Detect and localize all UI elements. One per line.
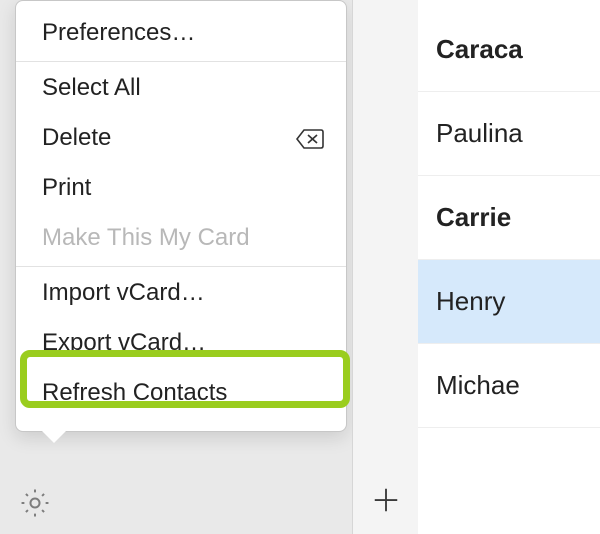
plus-icon: [371, 502, 401, 519]
menu-item-delete[interactable]: Delete: [16, 114, 346, 164]
contact-row[interactable]: Caraca: [418, 0, 600, 92]
menu-item-export-vcard[interactable]: Export vCard…: [16, 319, 346, 369]
popover-pointer: [42, 431, 66, 443]
contact-row[interactable]: Michae: [418, 344, 600, 428]
gear-icon: [18, 486, 52, 520]
contact-row[interactable]: Paulina: [418, 92, 600, 176]
menu-item-refresh-contacts[interactable]: Refresh Contacts: [16, 369, 346, 419]
menu-item-select-all[interactable]: Select All: [16, 64, 346, 114]
menu-item-make-my-card: Make This My Card: [16, 214, 346, 264]
menu-separator: [16, 61, 346, 62]
settings-gear-button[interactable]: [18, 486, 52, 520]
contact-row[interactable]: Henry: [418, 260, 600, 344]
menu-item-import-vcard[interactable]: Import vCard…: [16, 269, 346, 319]
menu-separator: [16, 266, 346, 267]
contact-row[interactable]: Carrie: [418, 176, 600, 260]
groups-column: [352, 0, 420, 534]
add-contact-button[interactable]: [353, 485, 419, 520]
screenshot-root: Preferences… Select All Delete Print Mak…: [0, 0, 600, 534]
delete-back-icon: [296, 129, 324, 149]
contacts-list: Caraca Paulina Carrie Henry Michae: [418, 0, 600, 534]
menu-item-print[interactable]: Print: [16, 164, 346, 214]
menu-item-delete-label: Delete: [42, 124, 111, 151]
menu-item-preferences[interactable]: Preferences…: [16, 9, 346, 59]
settings-popover: Preferences… Select All Delete Print Mak…: [15, 0, 347, 432]
